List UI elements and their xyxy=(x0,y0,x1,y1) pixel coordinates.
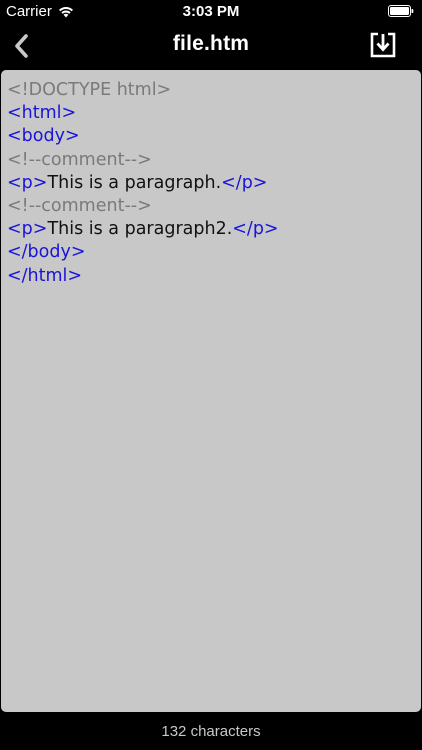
code-line: <!--comment--> xyxy=(7,195,415,218)
code-token-tag: </p> xyxy=(232,219,279,240)
code-token-tag: <p> xyxy=(7,219,48,240)
code-editor[interactable]: <!DOCTYPE html> <html> <body> <!--comment--… xyxy=(1,70,421,712)
nav-bar: file.htm xyxy=(0,24,422,68)
code-token-comment: <!--comment--> xyxy=(7,149,152,170)
code-line: <!--comment--> xyxy=(7,149,415,172)
save-button[interactable] xyxy=(368,30,398,60)
page-title: file.htm xyxy=(172,32,250,55)
code-token-tag: <body> xyxy=(7,126,80,147)
battery-icon xyxy=(388,5,414,17)
code-token-text: This is a paragraph. xyxy=(47,172,222,193)
code-token-tag: </body> xyxy=(7,242,86,263)
code-line: </html> xyxy=(7,265,415,288)
chevron-left-icon xyxy=(15,34,28,58)
char-count: 132 characters xyxy=(161,723,261,740)
code-token-text: This is a paragraph2. xyxy=(47,219,233,240)
status-time: 3:03 PM xyxy=(182,3,240,20)
code-line: <!DOCTYPE html> xyxy=(7,79,415,102)
status-bar: Carrier 3:03 PM xyxy=(0,0,422,24)
code-token-comment: <!--comment--> xyxy=(7,195,152,216)
code-line: <html> xyxy=(7,102,415,125)
code-token-doctype: <!DOCTYPE html> xyxy=(7,80,172,100)
code-line: <body> xyxy=(7,125,415,148)
code-token-tag: </p> xyxy=(221,172,268,193)
code-line: <p>This is a paragraph.</p> xyxy=(7,172,415,195)
code-line: <p>This is a paragraph2.</p> xyxy=(7,218,415,241)
back-button[interactable] xyxy=(6,30,38,62)
footer: 132 characters xyxy=(0,714,422,750)
code-token-tag: <html> xyxy=(7,103,77,124)
code-line: </body> xyxy=(7,241,415,264)
screen: Carrier 3:03 PM file.htm <!DOCTYPE html>… xyxy=(0,0,422,750)
code-token-tag: </html> xyxy=(7,265,83,286)
download-icon xyxy=(370,32,396,58)
code-token-tag: <p> xyxy=(7,172,48,193)
